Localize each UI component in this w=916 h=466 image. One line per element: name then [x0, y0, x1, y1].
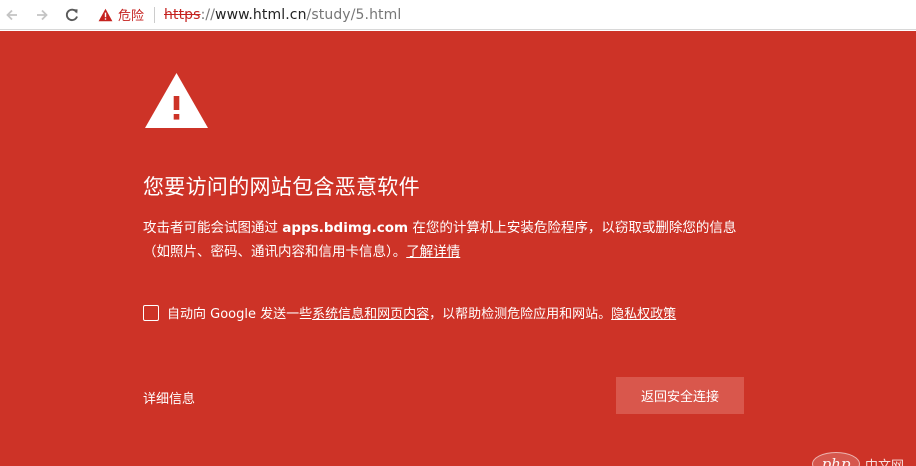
safe-browsing-opt-in: 自动向 Google 发送一些 系统信息和网页内容 ，以帮助检测危险应用和网站。 隐私… — [143, 303, 676, 322]
forward-button[interactable] — [30, 3, 54, 27]
address-bar[interactable]: https://www.html.cn/study/5.html — [164, 7, 401, 23]
malware-warning-page: 您要访问的网站包含恶意软件 攻击者可能会试图通过 apps.bdimg.com … — [0, 31, 916, 466]
reload-icon — [65, 8, 78, 21]
malicious-domain: apps.bdimg.com — [282, 220, 409, 236]
opt-in-text-1: 自动向 Google 发送一些 — [167, 307, 313, 322]
privacy-policy-link[interactable]: 隐私权政策 — [611, 303, 676, 322]
url-divider — [154, 6, 156, 23]
warning-triangle-icon — [98, 8, 113, 21]
reload-button[interactable] — [60, 3, 84, 27]
description-text-1: 攻击者可能会试图通过 — [143, 220, 283, 236]
site-watermark: php 中文网 — [812, 452, 904, 466]
warning-description: 攻击者可能会试图通过 apps.bdimg.com 在您的计算机上安装危险程序，… — [143, 216, 763, 264]
back-button[interactable] — [0, 3, 24, 27]
warning-triangle-icon — [145, 73, 208, 128]
browser-toolbar: 危险 https://www.html.cn/study/5.html — [0, 0, 916, 30]
url-host: www.html.cn — [215, 6, 307, 23]
details-button[interactable]: 详细信息 — [143, 388, 195, 407]
url-path: /study/5.html — [306, 6, 402, 23]
learn-more-link[interactable]: 了解详情 — [406, 244, 460, 260]
url-scheme: https — [164, 6, 201, 23]
arrow-right-icon — [37, 9, 48, 20]
page-title: 您要访问的网站包含恶意软件 — [143, 175, 420, 199]
report-checkbox[interactable] — [143, 304, 159, 321]
watermark-text: 中文网 — [865, 458, 905, 466]
security-label: 危险 — [118, 9, 145, 24]
arrow-left-icon — [6, 9, 17, 20]
opt-in-text-2: ，以帮助检测危险应用和网站。 — [429, 307, 612, 322]
system-info-link[interactable]: 系统信息和网页内容 — [312, 303, 429, 322]
url-separator: :// — [200, 6, 216, 23]
php-logo: php — [812, 452, 860, 466]
security-indicator[interactable]: 危险 — [98, 4, 144, 26]
back-to-safety-button[interactable]: 返回安全连接 — [616, 377, 744, 414]
